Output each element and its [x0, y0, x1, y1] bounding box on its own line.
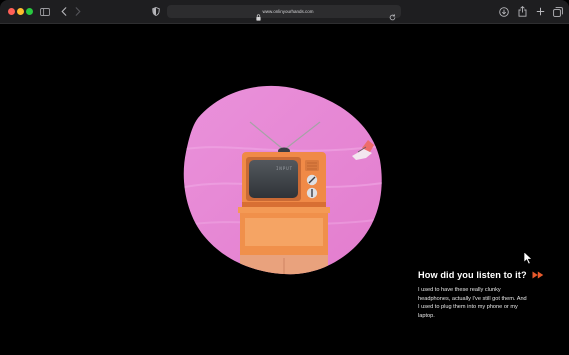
share-icon[interactable]	[518, 5, 527, 18]
shield-icon[interactable]	[152, 5, 160, 18]
cursor-icon	[523, 250, 534, 270]
tv-set	[242, 152, 326, 207]
page-content: INPUT How did you listen to it? I used t…	[0, 24, 569, 355]
browser-toolbar: www.onlinyourhands.com	[0, 0, 569, 24]
tabs-icon[interactable]	[553, 5, 563, 18]
caption-body: I used to have these really clunky headp…	[418, 287, 527, 319]
zoom-window-button[interactable]	[26, 8, 33, 15]
chevron-right-icon	[75, 7, 81, 16]
minimize-window-button[interactable]	[17, 8, 24, 15]
forward-button[interactable]	[74, 5, 82, 18]
story-caption: How did you listen to it? I used to have…	[418, 270, 543, 320]
browser-window: www.onlinyourhands.com INPUT How did you…	[0, 0, 569, 355]
fast-forward-icon[interactable]	[532, 271, 544, 279]
back-button[interactable]	[60, 5, 68, 18]
caption-title: How did you listen to it?	[418, 270, 527, 280]
plus-icon[interactable]	[536, 5, 545, 18]
tv-cabinet	[238, 207, 330, 275]
address-bar[interactable]: www.onlinyourhands.com	[167, 5, 401, 21]
chevron-left-icon	[61, 7, 67, 16]
sidebar-icon[interactable]	[40, 5, 50, 18]
tv-screen-text: INPUT	[276, 166, 294, 171]
url-text: www.onlinyourhands.com	[262, 9, 314, 14]
download-icon[interactable]	[499, 5, 509, 18]
close-window-button[interactable]	[8, 8, 15, 15]
